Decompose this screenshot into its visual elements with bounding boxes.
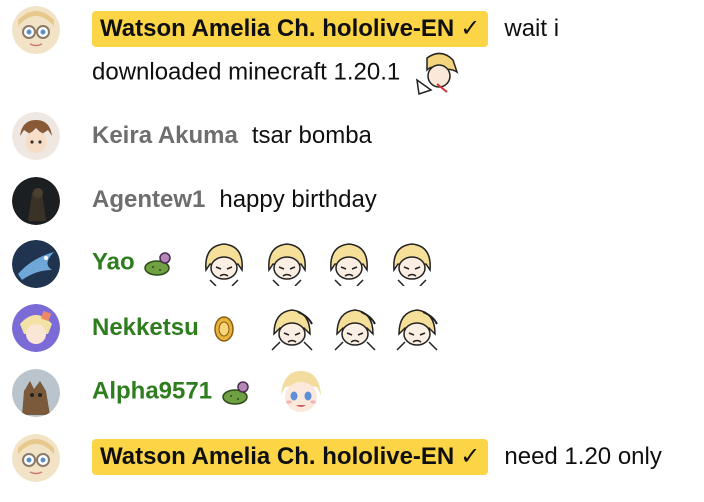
message-text: downloaded minecraft 1.20.1 [92, 58, 401, 86]
checkmark-icon: ✓ [460, 443, 481, 470]
avatar[interactable] [12, 240, 60, 288]
author-name: Watson Amelia Ch. hololive-EN [100, 443, 455, 470]
cactus-member-badge-icon [144, 252, 172, 276]
amelia-salute-emote [271, 309, 313, 351]
avatar[interactable] [12, 177, 60, 225]
author-name[interactable]: Yao [92, 248, 135, 275]
avatar[interactable] [12, 434, 60, 482]
avatar-icon [12, 6, 60, 54]
author-name[interactable]: Alpha9571 [92, 377, 212, 404]
amelia-emote [205, 243, 243, 286]
author-name[interactable]: Agentew1 [92, 186, 205, 213]
message-text: wait i [504, 15, 560, 42]
author-name-owner[interactable]: Watson Amelia Ch. hololive-EN ✓ [92, 11, 489, 47]
amelia-salute-emote [396, 309, 439, 351]
author-name[interactable]: Keira Akuma [92, 122, 238, 149]
amelia-emote [412, 50, 461, 96]
avatar-icon [12, 369, 60, 417]
avatar-icon [12, 240, 60, 288]
amelia-emote [330, 243, 369, 286]
message-text: tsar bomba [251, 122, 372, 149]
author-name-owner[interactable]: Watson Amelia Ch. hololive-EN ✓ [92, 439, 489, 475]
avatar[interactable] [12, 112, 60, 160]
avatar-icon [12, 434, 60, 482]
avatar-icon [12, 304, 60, 352]
avatar[interactable] [12, 369, 60, 417]
message-text: need 1.20 only [504, 443, 662, 470]
avatar-icon [12, 112, 60, 160]
message-text: happy birthday [219, 186, 377, 213]
avatar[interactable] [12, 6, 60, 54]
amelia-emote [267, 243, 306, 286]
avatar-icon [12, 177, 60, 225]
gold-member-badge-icon [214, 316, 235, 342]
avatar[interactable] [12, 304, 60, 352]
author-name[interactable]: Nekketsu [92, 314, 199, 341]
cactus-member-badge-icon [221, 381, 249, 405]
amelia-emote [393, 243, 431, 286]
amelia-salute-emote [334, 309, 376, 351]
checkmark-icon: ✓ [460, 15, 481, 42]
author-name: Watson Amelia Ch. hololive-EN [100, 15, 455, 42]
amelia-face-emote [281, 371, 322, 412]
